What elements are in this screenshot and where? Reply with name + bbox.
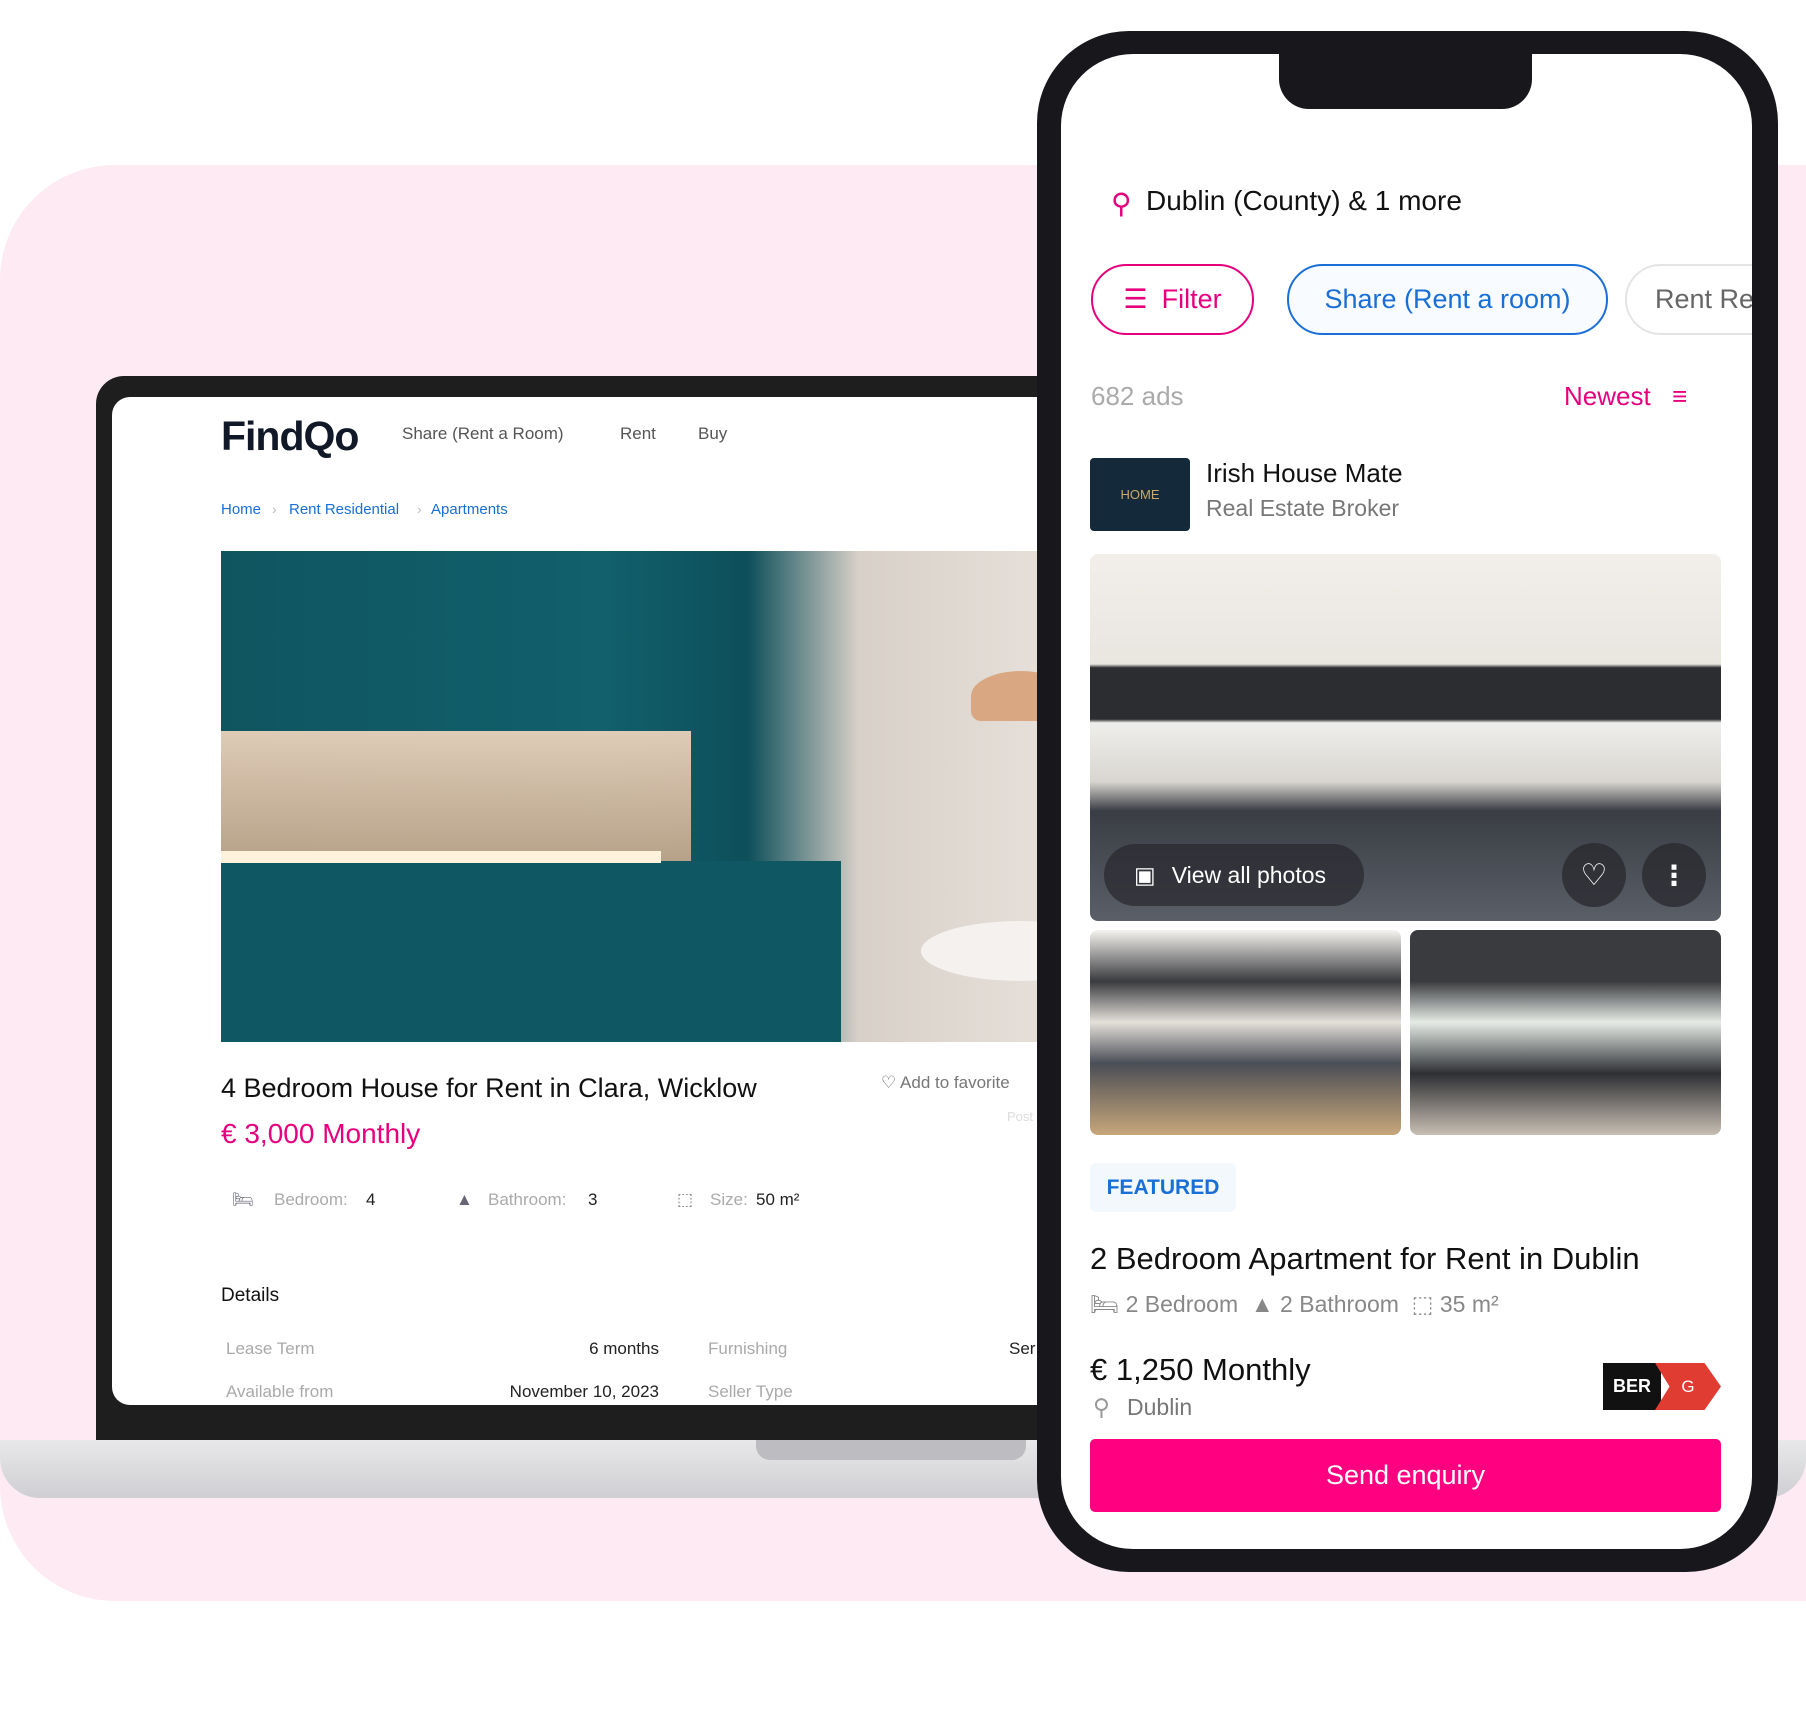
heart-icon: ♡ bbox=[881, 1073, 897, 1092]
chevron-right-icon: › bbox=[272, 501, 277, 517]
details-heading: Details bbox=[221, 1285, 280, 1306]
nav-buy[interactable]: Buy bbox=[698, 424, 727, 444]
size-label: Size: bbox=[710, 1190, 748, 1209]
heart-icon: ♡ bbox=[1580, 858, 1608, 892]
phone-screen: ⚲ Dublin (County) & 1 more ☰ Filter Share… bbox=[1061, 54, 1752, 1549]
sort-newest[interactable]: Newest ≡ bbox=[1564, 381, 1687, 412]
chevron-right-icon: › bbox=[417, 501, 422, 517]
phone-notch bbox=[1279, 54, 1532, 109]
bedroom-value: 4 bbox=[366, 1190, 376, 1209]
ads-count: 682 ads bbox=[1091, 381, 1184, 411]
apartment-title[interactable]: 2 Bedroom Apartment for Rent in Dublin bbox=[1090, 1241, 1640, 1277]
ber-rating: G bbox=[1655, 1363, 1721, 1410]
view-photos-label: View all photos bbox=[1171, 861, 1327, 888]
apartment-location: Dublin bbox=[1127, 1394, 1193, 1420]
listing-title: 4 Bedroom House for Rent in Clara, Wickl… bbox=[221, 1073, 757, 1103]
seller-type-label: Seller Type bbox=[708, 1382, 793, 1401]
available-from-value: November 10, 2023 bbox=[509, 1382, 659, 1401]
bathroom-label: Bathroom: bbox=[488, 1190, 567, 1209]
apartment-price: € 1,250 Monthly bbox=[1090, 1352, 1311, 1387]
available-from-label: Available from bbox=[226, 1382, 334, 1401]
heart-button[interactable]: ♡ bbox=[1562, 843, 1626, 907]
thumbnail-photo[interactable] bbox=[1410, 930, 1721, 1135]
chip-share[interactable]: Share (Rent a room) bbox=[1287, 264, 1608, 335]
add-to-favorite-button[interactable]: ♡ Add to favorite bbox=[881, 1073, 1010, 1093]
image-icon: ▣ bbox=[1134, 861, 1156, 888]
shower-icon: ▲ bbox=[456, 1190, 473, 1209]
location-pin-icon: ⚲ bbox=[1111, 188, 1132, 219]
more-options-button[interactable]: ⋮ bbox=[1642, 843, 1706, 907]
apartment-features: 🛏︎ 2 Bedroom ▲ 2 Bathroom ⬚ 35 m² bbox=[1090, 1291, 1499, 1318]
broker-logo-text: HOME bbox=[1120, 487, 1160, 502]
size-value: 50 m² bbox=[756, 1190, 800, 1209]
location-pin-icon: ⚲ bbox=[1093, 1394, 1110, 1420]
filter-button[interactable]: ☰ Filter bbox=[1091, 264, 1254, 335]
main-photo[interactable]: ▣ View all photos ♡ ⋮ bbox=[1090, 554, 1721, 921]
listing-photo[interactable] bbox=[221, 551, 1071, 1042]
lease-term-label: Lease Term bbox=[226, 1339, 315, 1358]
featured-badge: FEATURED bbox=[1090, 1163, 1236, 1212]
sort-icon: ≡ bbox=[1671, 381, 1688, 411]
area: 35 m² bbox=[1439, 1291, 1499, 1317]
nav-share[interactable]: Share (Rent a Room) bbox=[402, 424, 564, 444]
laptop-screen: FindQo Share (Rent a Room) Rent Buy Home… bbox=[112, 397, 1072, 1405]
broker-logo[interactable]: HOME bbox=[1090, 458, 1190, 531]
send-enquiry-button[interactable]: Send enquiry bbox=[1090, 1439, 1721, 1512]
ber-label: BER bbox=[1603, 1363, 1661, 1410]
furnishing-value: Ser bbox=[1009, 1339, 1036, 1358]
bed-icon: 🛏︎ bbox=[1090, 1291, 1120, 1317]
area-icon: ⬚ bbox=[1411, 1291, 1434, 1317]
broker-type: Real Estate Broker bbox=[1206, 495, 1400, 521]
location-selector[interactable]: Dublin (County) & 1 more bbox=[1146, 185, 1462, 217]
sliders-icon: ☰ bbox=[1123, 284, 1148, 314]
breadcrumb-rent-residential[interactable]: Rent Residential bbox=[289, 501, 399, 518]
filter-label: Filter bbox=[1161, 284, 1222, 314]
bedroom-label: Bedroom: bbox=[274, 1190, 348, 1209]
lease-term-value: 6 months bbox=[589, 1339, 659, 1358]
sort-label: Newest bbox=[1564, 381, 1651, 411]
breadcrumb-home[interactable]: Home bbox=[221, 501, 261, 518]
favorite-label: Add to favorite bbox=[900, 1073, 1010, 1092]
chip-rent[interactable]: Rent Re bbox=[1625, 264, 1752, 335]
nav-rent[interactable]: Rent bbox=[620, 424, 656, 444]
thumbnail-photo[interactable] bbox=[1090, 930, 1401, 1135]
view-all-photos-button[interactable]: ▣ View all photos bbox=[1104, 844, 1364, 906]
listing-price: € 3,000 Monthly bbox=[221, 1118, 421, 1149]
broker-name[interactable]: Irish House Mate bbox=[1206, 458, 1403, 489]
furnishing-label: Furnishing bbox=[708, 1339, 788, 1358]
bedrooms: 2 Bedroom bbox=[1125, 1291, 1239, 1317]
bed-icon: 🛏︎ bbox=[232, 1190, 254, 1209]
findqo-logo[interactable]: FindQo bbox=[221, 413, 359, 460]
more-vertical-icon: ⋮ bbox=[1660, 859, 1688, 891]
posted-label: Post bbox=[1007, 1109, 1034, 1124]
breadcrumb-apartments[interactable]: Apartments bbox=[431, 501, 508, 518]
laptop-notch bbox=[756, 1440, 1026, 1460]
area-icon: ⬚ bbox=[677, 1190, 694, 1209]
bathroom-value: 3 bbox=[588, 1190, 598, 1209]
shower-icon: ▲ bbox=[1250, 1291, 1274, 1317]
bathrooms: 2 Bathroom bbox=[1280, 1291, 1399, 1317]
